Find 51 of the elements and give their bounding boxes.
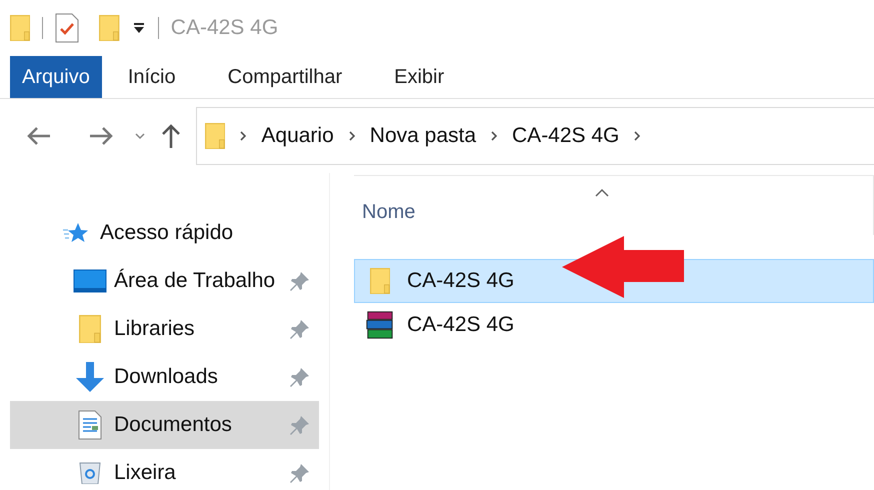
window-title: CA-42S 4G <box>170 15 278 42</box>
star-icon <box>63 222 89 244</box>
pin-icon[interactable] <box>289 462 311 484</box>
breadcrumb[interactable]: Aquario <box>261 120 334 152</box>
ribbon-tab[interactable]: Exibir <box>368 56 470 98</box>
forward-icon[interactable] <box>88 125 114 147</box>
breadcrumb[interactable]: CA-42S 4G <box>512 120 620 152</box>
address-bar[interactable]: Aquario Nova pasta CA-42S 4G <box>196 107 874 165</box>
ribbon-tab[interactable]: Compartilhar <box>202 56 368 98</box>
sidebar-label: Área de Trabalho <box>114 268 276 294</box>
sidebar-item[interactable]: Libraries <box>10 305 319 353</box>
pin-icon[interactable] <box>289 318 311 340</box>
folder-icon <box>10 14 30 42</box>
chevron-right-icon[interactable] <box>490 130 498 142</box>
pin-icon[interactable] <box>289 270 311 292</box>
document-icon <box>78 410 102 440</box>
sort-up-icon <box>594 188 610 198</box>
book-stack-icon <box>365 310 395 340</box>
folder-icon <box>370 268 390 294</box>
up-icon[interactable] <box>160 123 182 149</box>
sidebar-item[interactable]: Documentos <box>10 401 319 449</box>
monitor-icon <box>73 268 107 294</box>
chevron-down-icon[interactable] <box>134 131 146 141</box>
sidebar-item[interactable]: Acesso rápido <box>10 209 319 257</box>
file-row[interactable]: CA-42S 4G <box>354 303 874 347</box>
chevron-right-icon[interactable] <box>239 130 248 142</box>
ribbon-tab[interactable]: Arquivo <box>10 56 102 98</box>
sidebar-item[interactable]: Área de Trabalho <box>10 257 319 305</box>
sidebar-label: Documentos <box>114 412 232 438</box>
chevron-right-icon[interactable] <box>633 130 642 142</box>
dropdown-icon[interactable] <box>132 21 146 35</box>
file-name: CA-42S 4G <box>407 312 514 338</box>
folder-icon <box>78 314 102 344</box>
ribbon-tab[interactable]: Início <box>102 56 202 98</box>
folder-icon <box>99 14 120 42</box>
recycle-bin-icon <box>78 462 102 484</box>
breadcrumb[interactable]: Nova pasta <box>370 120 476 152</box>
pin-icon[interactable] <box>289 366 311 388</box>
sidebar-label: Libraries <box>114 316 195 342</box>
sidebar-label: Downloads <box>114 364 218 390</box>
sidebar-label: Lixeira <box>114 460 176 486</box>
sidebar-item[interactable]: Lixeira <box>10 449 319 490</box>
column-header[interactable]: Nome <box>354 176 874 235</box>
file-name: CA-42S 4G <box>407 268 514 294</box>
folder-icon <box>205 122 226 150</box>
back-icon[interactable] <box>26 125 52 147</box>
chevron-right-icon[interactable] <box>348 130 356 142</box>
sidebar-item[interactable]: Downloads <box>10 353 319 401</box>
sidebar-label: Acesso rápido <box>100 220 234 246</box>
properties-icon[interactable] <box>55 13 80 43</box>
down-arrow-icon <box>74 362 106 392</box>
